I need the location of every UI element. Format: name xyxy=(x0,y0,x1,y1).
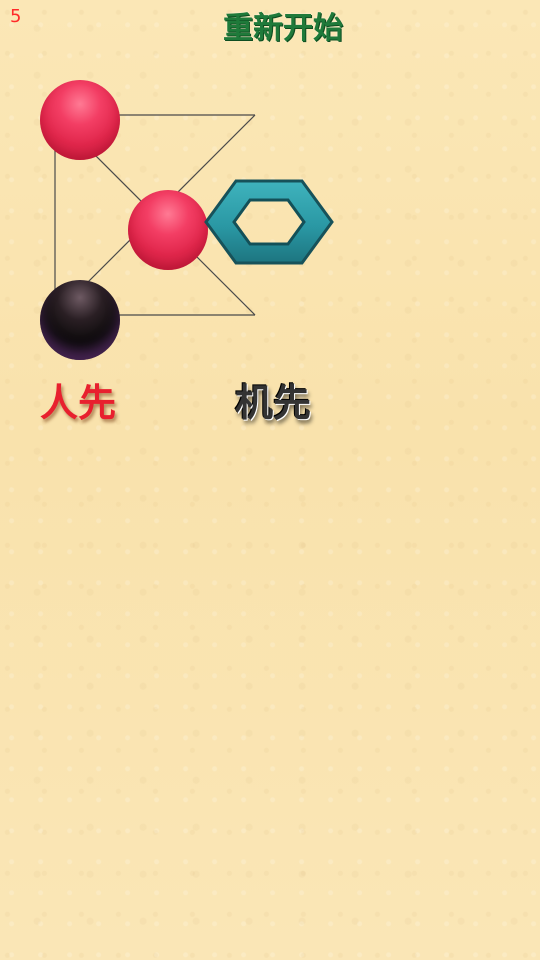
hexagon-icon[interactable] xyxy=(204,178,334,266)
human-first-button[interactable]: 人先 xyxy=(40,378,116,428)
computer-first-button[interactable]: 机先 xyxy=(235,378,311,428)
red-piece-center[interactable] xyxy=(128,190,208,270)
black-piece-bottom-left[interactable] xyxy=(40,280,120,360)
red-piece-top-left[interactable] xyxy=(40,80,120,160)
